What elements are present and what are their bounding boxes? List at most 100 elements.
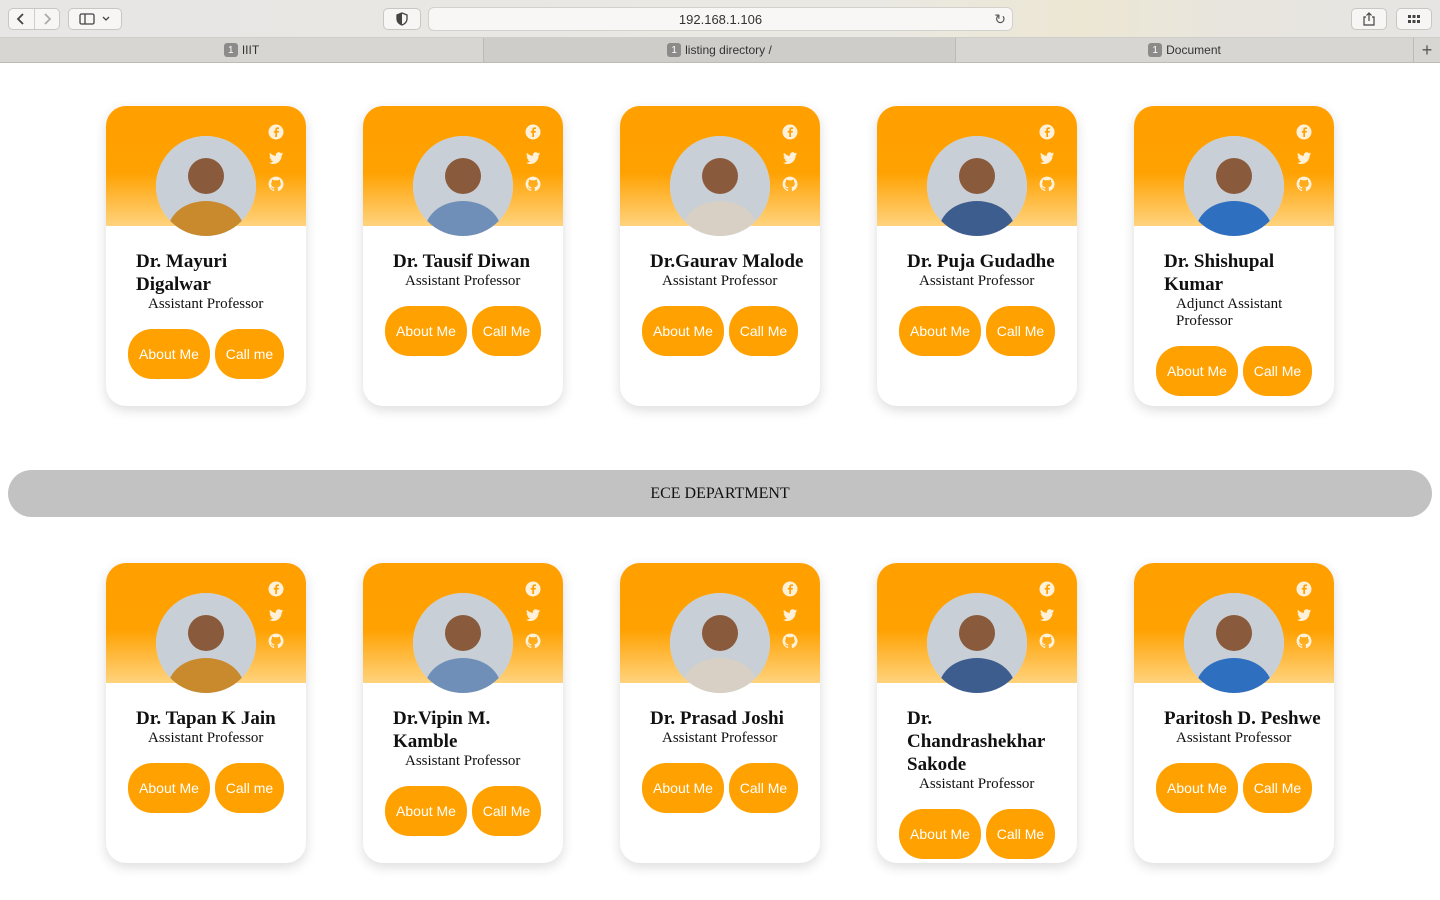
twitter-icon[interactable] [782, 607, 798, 623]
call-me-button[interactable]: Call Me [986, 809, 1055, 859]
about-me-button[interactable]: About Me [385, 306, 467, 356]
faculty-name: Dr. Puja Gudadhe [907, 251, 1055, 272]
about-me-button[interactable]: About Me [899, 809, 981, 859]
card-body: Dr.Vipin M. Kamble Assistant Professor A… [385, 707, 553, 836]
tab-label: listing directory / [685, 43, 772, 57]
github-icon[interactable] [782, 633, 798, 649]
social-links [782, 581, 802, 659]
twitter-icon[interactable] [1039, 150, 1055, 166]
faculty-name: Dr.Gaurav Malode [650, 251, 804, 272]
faculty-card: Dr. Prasad Joshi Assistant Professor Abo… [620, 563, 820, 863]
tab-listing-directory[interactable]: 1 listing directory / [484, 38, 956, 62]
person-photo-icon [670, 593, 770, 693]
card-actions: About Me Call Me [385, 786, 553, 836]
tab-document[interactable]: 1 Document [956, 38, 1414, 62]
facebook-icon[interactable] [1039, 124, 1055, 140]
about-me-button[interactable]: About Me [642, 763, 724, 813]
card-actions: About Me Call Me [385, 306, 553, 356]
faculty-row-top: Dr. Mayuri Digalwar Assistant Professor … [106, 106, 1334, 406]
card-actions: About Me Call Me [642, 763, 810, 813]
person-photo-icon [927, 136, 1027, 236]
twitter-icon[interactable] [1296, 607, 1312, 623]
card-actions: About Me Call Me [899, 809, 1067, 859]
card-actions: About Me Call Me [1156, 346, 1324, 396]
call-me-button[interactable]: Call Me [1243, 346, 1312, 396]
about-me-button[interactable]: About Me [899, 306, 981, 356]
call-me-button[interactable]: Call Me [472, 786, 541, 836]
twitter-icon[interactable] [782, 150, 798, 166]
faculty-title: Assistant Professor [1176, 730, 1292, 746]
call-me-button[interactable]: Call Me [1243, 763, 1312, 813]
social-links [268, 124, 288, 202]
chevron-left-icon [17, 13, 25, 25]
reload-icon[interactable]: ↻ [994, 11, 1006, 28]
call-me-button[interactable]: Call Me [729, 763, 798, 813]
new-tab-button[interactable]: + [1414, 38, 1440, 62]
facebook-icon[interactable] [268, 581, 284, 597]
forward-button[interactable] [33, 9, 59, 29]
twitter-icon[interactable] [268, 607, 284, 623]
card-body: Dr. Tausif Diwan Assistant Professor Abo… [385, 250, 553, 356]
twitter-icon[interactable] [1039, 607, 1055, 623]
github-icon[interactable] [525, 633, 541, 649]
faculty-name: Dr.Vipin M. Kamble [393, 708, 491, 752]
social-links [1039, 581, 1059, 659]
call-me-button[interactable]: Call me [215, 763, 284, 813]
facebook-icon[interactable] [1296, 124, 1312, 140]
about-me-button[interactable]: About Me [128, 329, 210, 379]
card-actions: About Me Call Me [1156, 763, 1324, 813]
github-icon[interactable] [1039, 633, 1055, 649]
faculty-title: Assistant Professor [405, 753, 521, 769]
github-icon[interactable] [268, 633, 284, 649]
tab-label: Document [1166, 43, 1221, 57]
faculty-row-ece: Dr. Tapan K Jain Assistant Professor Abo… [106, 563, 1334, 863]
tab-overview-button[interactable] [1396, 8, 1432, 30]
social-links [525, 581, 545, 659]
twitter-icon[interactable] [525, 150, 541, 166]
facebook-icon[interactable] [525, 581, 541, 597]
call-me-button[interactable]: Call Me [472, 306, 541, 356]
github-icon[interactable] [1296, 633, 1312, 649]
facebook-icon[interactable] [268, 124, 284, 140]
call-me-button[interactable]: Call Me [986, 306, 1055, 356]
address-bar[interactable]: 192.168.1.106 ↻ [428, 7, 1013, 31]
person-photo-icon [927, 593, 1027, 693]
about-me-button[interactable]: About Me [1156, 763, 1238, 813]
twitter-icon[interactable] [1296, 150, 1312, 166]
github-icon[interactable] [782, 176, 798, 192]
about-me-button[interactable]: About Me [642, 306, 724, 356]
facebook-icon[interactable] [782, 124, 798, 140]
avatar [670, 136, 770, 236]
sidebar-toggle-button[interactable] [68, 8, 122, 30]
github-icon[interactable] [1296, 176, 1312, 192]
navigation-buttons [8, 8, 60, 30]
faculty-title: Assistant Professor [148, 296, 264, 312]
github-icon[interactable] [268, 176, 284, 192]
about-me-button[interactable]: About Me [1156, 346, 1238, 396]
faculty-card: Dr.Vipin M. Kamble Assistant Professor A… [363, 563, 563, 863]
twitter-icon[interactable] [268, 150, 284, 166]
faculty-card: Dr. Tausif Diwan Assistant Professor Abo… [363, 106, 563, 406]
sidebar-icon [79, 13, 110, 25]
call-me-button[interactable]: Call me [215, 329, 284, 379]
faculty-title: Assistant Professor [662, 273, 778, 289]
about-me-button[interactable]: About Me [128, 763, 210, 813]
privacy-report-button[interactable] [383, 8, 421, 30]
about-me-button[interactable]: About Me [385, 786, 467, 836]
avatar [670, 593, 770, 693]
call-me-button[interactable]: Call Me [729, 306, 798, 356]
share-button[interactable] [1351, 8, 1387, 30]
twitter-icon[interactable] [525, 607, 541, 623]
facebook-icon[interactable] [1039, 581, 1055, 597]
facebook-icon[interactable] [782, 581, 798, 597]
github-icon[interactable] [1039, 176, 1055, 192]
card-body: Dr. Chandrashekhar Sakode Assistant Prof… [899, 707, 1067, 859]
back-button[interactable] [9, 9, 34, 29]
department-heading: ECE DEPARTMENT [8, 470, 1432, 517]
github-icon[interactable] [525, 176, 541, 192]
tab-iiit[interactable]: 1 IIIT [0, 38, 484, 62]
facebook-icon[interactable] [525, 124, 541, 140]
avatar [927, 136, 1027, 236]
facebook-icon[interactable] [1296, 581, 1312, 597]
social-links [1296, 124, 1316, 202]
